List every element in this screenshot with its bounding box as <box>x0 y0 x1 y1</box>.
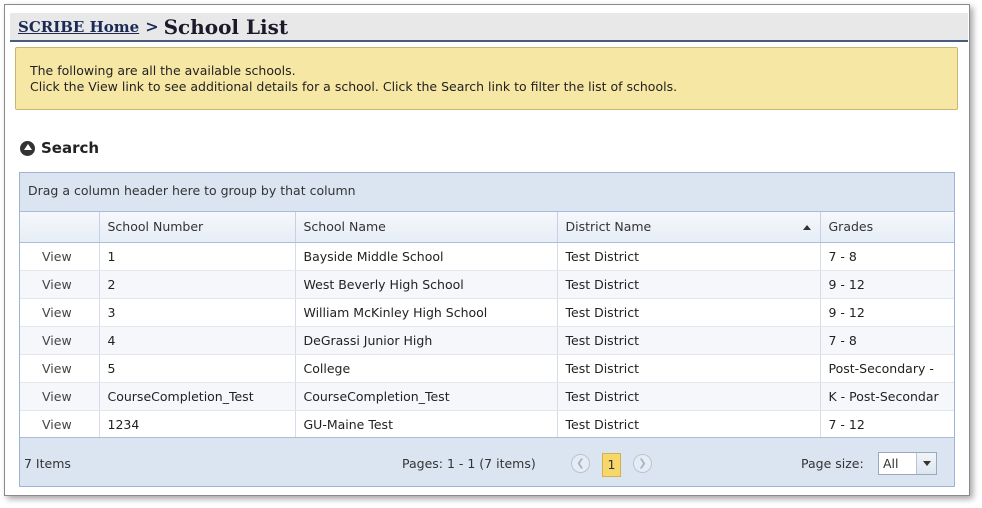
table-row: View CourseCompletion_Test CourseComplet… <box>20 382 954 411</box>
school-name-cell: CourseCompletion_Test <box>295 382 558 411</box>
school-number-cell: 3 <box>99 298 296 327</box>
district-name-cell: Test District <box>557 410 821 439</box>
pages-summary: Pages: 1 - 1 (7 items) <box>402 456 536 471</box>
grades-cell: 9 - 12 <box>820 298 954 327</box>
school-number-cell: 2 <box>99 270 296 299</box>
table-row: View 2 West Beverly High School Test Dis… <box>20 270 954 299</box>
view-link[interactable]: View <box>20 354 100 383</box>
grades-cell: 9 - 12 <box>820 270 954 299</box>
school-name-cell: GU-Maine Test <box>295 410 558 439</box>
search-label: Search <box>41 139 100 157</box>
school-number-cell: 1234 <box>99 410 296 439</box>
grades-cell: 7 - 8 <box>820 242 954 271</box>
district-name-cell: Test District <box>557 382 821 411</box>
page-size-label: Page size: <box>801 456 864 471</box>
table-row: View 4 DeGrassi Junior High Test Distric… <box>20 326 954 355</box>
grades-cell: 7 - 12 <box>820 410 954 439</box>
previous-page-icon[interactable]: ❮ <box>571 454 590 473</box>
school-number-cell: 5 <box>99 354 296 383</box>
column-header-grades[interactable]: Grades <box>820 212 954 243</box>
current-page-button[interactable]: 1 <box>602 453 621 477</box>
breadcrumb-home-link[interactable]: SCRIBE Home <box>18 18 139 36</box>
breadcrumb-separator: > <box>145 17 159 36</box>
view-link[interactable]: View <box>20 270 100 299</box>
next-page-icon[interactable]: ❯ <box>633 454 652 473</box>
school-number-cell: 4 <box>99 326 296 355</box>
table-row: View 1 Bayside Middle School Test Distri… <box>20 242 954 271</box>
table-row: View 3 William McKinley High School Test… <box>20 298 954 327</box>
grades-cell: 7 - 8 <box>820 326 954 355</box>
column-header-school-name[interactable]: School Name <box>295 212 558 243</box>
page-title-bar: SCRIBE Home > School List <box>10 13 968 42</box>
school-number-cell: 1 <box>99 242 296 271</box>
school-name-cell: College <box>295 354 558 383</box>
pager-bar: 7 Items Pages: 1 - 1 (7 items) ❮ 1 ❯ Pag… <box>20 437 954 486</box>
table-row: View 5 College Test District Post-Second… <box>20 354 954 383</box>
column-header-action[interactable] <box>20 212 100 243</box>
item-count: 7 Items <box>24 456 71 471</box>
page-title: School List <box>163 14 289 39</box>
district-name-cell: Test District <box>557 242 821 271</box>
district-name-cell: Test District <box>557 270 821 299</box>
school-name-cell: West Beverly High School <box>295 270 558 299</box>
table-row: View 1234 GU-Maine Test Test District 7 … <box>20 410 954 439</box>
view-link[interactable]: View <box>20 298 100 327</box>
info-line-2: Click the View link to see additional de… <box>30 79 678 94</box>
view-link[interactable]: View <box>20 410 100 439</box>
school-name-cell: Bayside Middle School <box>295 242 558 271</box>
chevron-down-icon[interactable] <box>916 453 936 474</box>
school-name-cell: William McKinley High School <box>295 298 558 327</box>
district-name-cell: Test District <box>557 326 821 355</box>
info-box: The following are all the available scho… <box>15 47 958 110</box>
page-size-select[interactable]: All <box>878 452 937 475</box>
school-name-cell: DeGrassi Junior High <box>295 326 558 355</box>
sort-ascending-icon <box>802 225 811 231</box>
district-name-label: District Name <box>565 219 652 235</box>
school-grid: Drag a column header here to group by th… <box>19 172 955 487</box>
district-name-cell: Test District <box>557 354 821 383</box>
column-header-school-number[interactable]: School Number <box>99 212 296 243</box>
district-name-cell: Test District <box>557 298 821 327</box>
collapse-up-icon <box>20 140 35 156</box>
school-table: School Number School Name District Name … <box>20 212 954 439</box>
view-link[interactable]: View <box>20 242 100 271</box>
search-toggle[interactable]: Search <box>20 139 99 157</box>
view-link[interactable]: View <box>20 326 100 355</box>
page-size-value: All <box>883 456 899 471</box>
group-by-panel[interactable]: Drag a column header here to group by th… <box>20 173 954 212</box>
table-header-row: School Number School Name District Name … <box>20 212 954 243</box>
grades-cell: K - Post-Secondar <box>820 382 954 411</box>
column-header-district-name[interactable]: District Name <box>557 212 821 243</box>
view-link[interactable]: View <box>20 382 100 411</box>
info-line-1: The following are all the available scho… <box>30 63 296 78</box>
school-number-cell: CourseCompletion_Test <box>99 382 296 411</box>
grades-cell: Post-Secondary - <box>820 354 954 383</box>
